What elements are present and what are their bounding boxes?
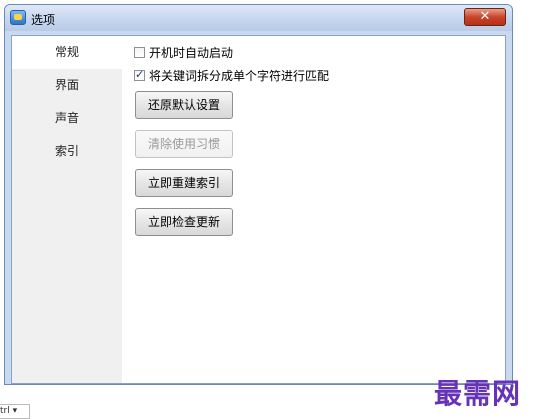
window-title: 选项 <box>31 13 56 27</box>
close-icon: ✕ <box>479 9 491 24</box>
title-bar[interactable]: 选项 ✕ <box>5 5 512 31</box>
split-keywords-option[interactable]: 将关键词拆分成单个字符进行匹配 <box>134 67 329 83</box>
split-keywords-label: 将关键词拆分成单个字符进行匹配 <box>149 68 330 83</box>
autostart-option[interactable]: 开机时自动启动 <box>134 44 233 60</box>
sidebar-item-label: 声音 <box>54 111 79 125</box>
autostart-checkbox[interactable] <box>134 46 145 58</box>
check-update-button[interactable]: 立即检查更新 <box>135 208 233 236</box>
sidebar-item-sound[interactable]: 声音 <box>12 102 122 135</box>
rebuild-index-button[interactable]: 立即重建索引 <box>135 169 233 197</box>
split-keywords-checkbox[interactable] <box>134 68 145 81</box>
sidebar-item-index[interactable]: 索引 <box>12 135 122 168</box>
restore-defaults-button[interactable]: 还原默认设置 <box>135 91 233 119</box>
sidebar-item-label: 索引 <box>54 144 79 158</box>
sidebar-item-general[interactable]: 常规 <box>12 36 122 69</box>
sidebar-item-interface[interactable]: 界面 <box>12 69 122 102</box>
partial-dropdown[interactable]: trl ▾ <box>0 404 30 419</box>
sidebar-item-label: 常规 <box>54 45 79 59</box>
clear-habits-button[interactable]: 清除使用习惯 <box>135 130 233 158</box>
dialog-client-area: 常规 界面 声音 索引 开机时自动启动 将关键词拆分成单个字符进行匹配 还原默认… <box>11 35 506 384</box>
options-window: 选项 ✕ 常规 界面 声音 索引 开机时自动启动 将关键词拆分成单个字符 <box>4 4 513 385</box>
watermark-logo: 最需网 <box>434 377 522 410</box>
autostart-label: 开机时自动启动 <box>149 45 234 60</box>
app-icon <box>10 10 26 25</box>
close-button[interactable]: ✕ <box>464 8 506 26</box>
sidebar-item-label: 界面 <box>54 78 79 92</box>
sidebar: 常规 界面 声音 索引 <box>12 36 122 383</box>
